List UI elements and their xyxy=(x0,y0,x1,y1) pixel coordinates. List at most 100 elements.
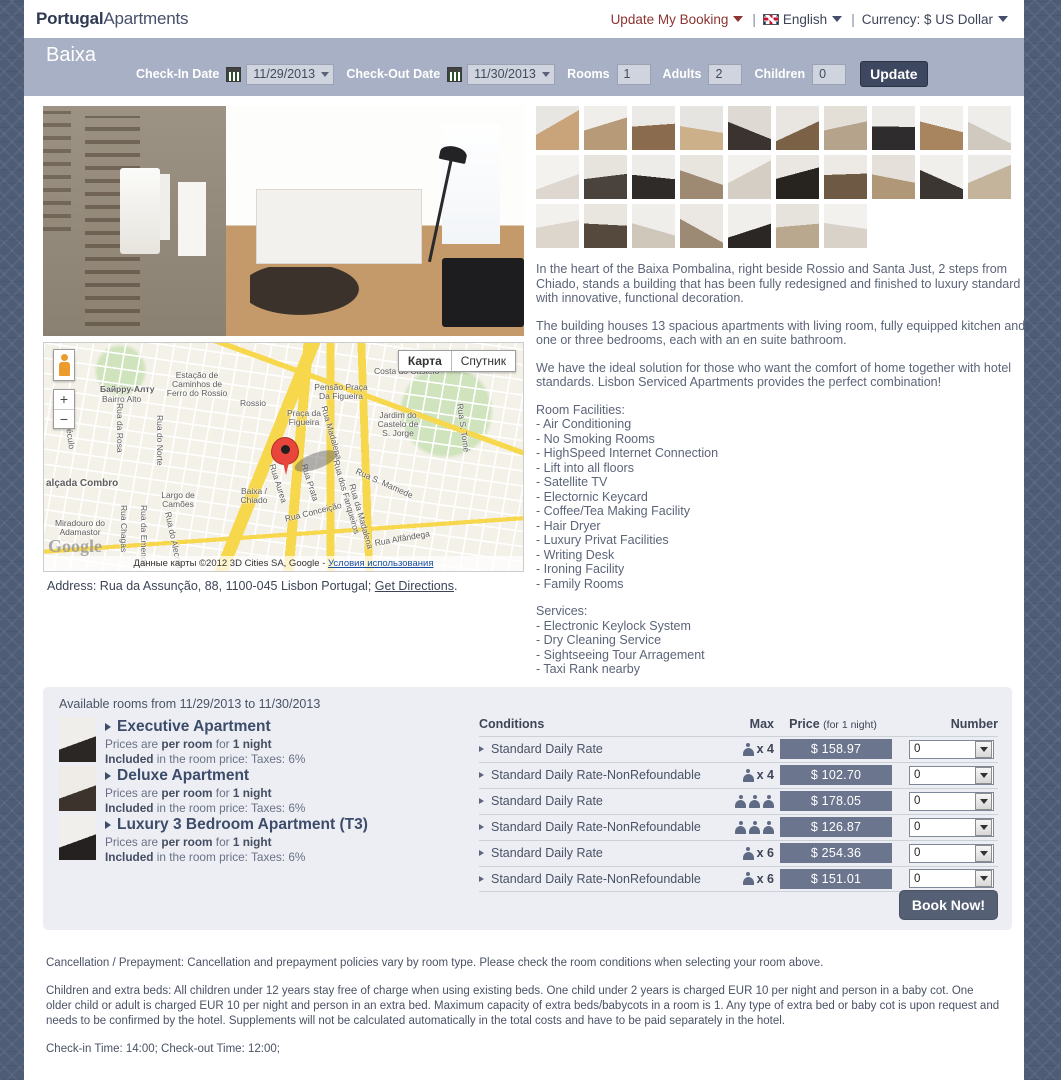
expand-arrow-icon[interactable] xyxy=(479,746,484,752)
gallery-thumbnail[interactable] xyxy=(632,204,675,248)
rate-condition-cell[interactable]: Standard Daily Rate-NonRefoundable xyxy=(479,768,714,782)
room-thumbnail[interactable] xyxy=(59,814,96,860)
room-name[interactable]: Deluxe Apartment xyxy=(105,767,305,785)
gallery-thumbnail[interactable] xyxy=(776,155,819,199)
gallery-thumbnail[interactable] xyxy=(824,155,867,199)
room-list-item[interactable]: Executive Apartment Prices are per room f… xyxy=(59,716,479,766)
adults-select[interactable]: 2 xyxy=(708,63,743,85)
map-location-pin[interactable] xyxy=(272,438,298,476)
gallery-thumbnail[interactable] xyxy=(920,155,963,199)
gallery-thumbnail[interactable] xyxy=(776,106,819,150)
gallery-thumbnail[interactable] xyxy=(824,106,867,150)
room-list-item[interactable]: Deluxe Apartment Prices are per room for … xyxy=(59,765,479,815)
update-my-booking-link[interactable]: Update My Booking xyxy=(611,12,729,27)
expand-arrow-icon[interactable] xyxy=(479,772,484,778)
gallery-thumbnail[interactable] xyxy=(584,204,627,248)
rate-condition-cell[interactable]: Standard Daily Rate-NonRefoundable xyxy=(479,872,714,886)
room-info: Executive Apartment Prices are per room f… xyxy=(105,717,305,766)
room-quantity-select[interactable]: 0 xyxy=(909,765,994,785)
gallery-thumbnail[interactable] xyxy=(968,106,1011,150)
room-quantity-select[interactable]: 0 xyxy=(909,817,994,837)
room-quantity-select[interactable]: 0 xyxy=(909,843,994,863)
map-zoom-controls[interactable]: + − xyxy=(53,389,75,429)
expand-arrow-icon[interactable] xyxy=(479,875,484,882)
site-logo[interactable]: PortugalApartments xyxy=(36,9,188,29)
room-name[interactable]: Executive Apartment xyxy=(105,718,305,736)
get-directions-link[interactable]: Get Directions xyxy=(375,579,454,593)
rate-condition-cell[interactable]: Standard Daily Rate xyxy=(479,794,714,808)
list-item: - Family Rooms xyxy=(536,576,624,591)
chevron-down-icon[interactable] xyxy=(998,16,1008,22)
gallery-thumbnail[interactable] xyxy=(824,204,867,248)
gallery-thumbnail[interactable] xyxy=(968,155,1011,199)
gallery-thumbnail[interactable] xyxy=(872,106,915,150)
room-thumbnail[interactable] xyxy=(59,716,96,762)
main-property-photo[interactable] xyxy=(43,106,524,336)
rate-price-cell: $ 158.97 xyxy=(774,739,892,759)
map-type-switcher[interactable]: Карта Спутник xyxy=(397,350,516,372)
room-quantity-select[interactable]: 0 xyxy=(909,739,994,759)
room-thumbnail[interactable] xyxy=(59,765,96,811)
gallery-thumbnail[interactable] xyxy=(872,155,915,199)
calendar-icon[interactable] xyxy=(447,66,463,82)
gallery-thumbnail[interactable] xyxy=(584,155,627,199)
expand-arrow-icon[interactable] xyxy=(105,771,111,780)
gallery-thumbnail[interactable] xyxy=(728,204,771,248)
gallery-thumbnail[interactable] xyxy=(920,106,963,150)
chevron-down-icon[interactable] xyxy=(975,818,992,836)
rooms-select[interactable]: 1 xyxy=(616,63,651,85)
gallery-thumbnail[interactable] xyxy=(632,155,675,199)
gallery-thumbnail[interactable] xyxy=(680,155,723,199)
room-tax-note: Included in the room price: Taxes: 6% xyxy=(105,849,306,864)
chevron-down-icon[interactable] xyxy=(975,740,992,758)
room-name[interactable]: Luxury 3 Bedroom Apartment (T3) xyxy=(105,816,368,834)
map-type-map-button[interactable]: Карта xyxy=(398,351,452,371)
gallery-thumbnail[interactable] xyxy=(776,204,819,248)
currency-selector-label[interactable]: Currency: $ US Dollar xyxy=(862,12,993,27)
gallery-thumbnail[interactable] xyxy=(632,106,675,150)
book-now-button[interactable]: Book Now! xyxy=(898,889,998,920)
chevron-down-icon[interactable] xyxy=(975,870,992,887)
update-button[interactable]: Update xyxy=(860,61,928,87)
checkin-date-input[interactable]: 11/29/2013 xyxy=(246,63,335,85)
gallery-thumbnail[interactable] xyxy=(584,106,627,150)
map-label: Pensão Praça Da Figueira xyxy=(314,382,368,401)
calendar-icon[interactable] xyxy=(226,66,242,82)
map-terms-link[interactable]: Условия использования xyxy=(328,558,433,569)
gallery-thumbnail[interactable] xyxy=(680,106,723,150)
gallery-thumbnail[interactable] xyxy=(536,155,579,199)
zoom-in-button[interactable]: + xyxy=(54,390,74,409)
rate-condition-cell[interactable]: Standard Daily Rate-NonRefoundable xyxy=(479,820,714,834)
chevron-down-icon[interactable] xyxy=(975,792,992,810)
checkout-date-input[interactable]: 11/30/2013 xyxy=(467,63,556,85)
chevron-down-icon[interactable] xyxy=(733,16,744,22)
chevron-down-icon[interactable] xyxy=(975,766,992,784)
children-select[interactable]: 0 xyxy=(812,63,847,85)
map-type-satellite-button[interactable]: Спутник xyxy=(451,351,515,371)
gallery-thumbnail[interactable] xyxy=(728,155,771,199)
booking-search-bar: Baixa Check-In Date 11/29/2013 Check-Out… xyxy=(24,38,1024,96)
room-list-item[interactable]: Luxury 3 Bedroom Apartment (T3) Prices ar… xyxy=(59,814,479,864)
chevron-down-icon[interactable] xyxy=(832,16,843,22)
expand-arrow-icon[interactable] xyxy=(105,722,111,731)
expand-arrow-icon[interactable] xyxy=(479,798,484,804)
expand-arrow-icon[interactable] xyxy=(479,850,484,856)
chevron-down-icon[interactable] xyxy=(975,844,992,862)
rate-price-cell: $ 254.36 xyxy=(774,843,892,863)
gallery-thumbnail[interactable] xyxy=(728,106,771,150)
zoom-out-button[interactable]: − xyxy=(54,409,74,428)
location-map[interactable]: Байрру-Алту Bairro Alto Estação de Camin… xyxy=(43,342,524,572)
list-item: - Satellite TV xyxy=(536,475,608,489)
language-selector-label[interactable]: English xyxy=(783,12,827,27)
expand-arrow-icon[interactable] xyxy=(479,824,484,830)
room-quantity-select[interactable]: 0 xyxy=(909,791,994,811)
rate-condition-cell[interactable]: Standard Daily Rate xyxy=(479,846,714,860)
gallery-thumbnail[interactable] xyxy=(680,204,723,248)
street-view-pegman-icon[interactable] xyxy=(53,349,75,381)
expand-arrow-icon[interactable] xyxy=(105,820,111,829)
gallery-thumbnail[interactable] xyxy=(536,106,579,150)
rate-condition-cell[interactable]: Standard Daily Rate xyxy=(479,742,714,756)
room-quantity-select[interactable]: 0 xyxy=(909,869,994,888)
booking-fields: Check-In Date 11/29/2013 Check-Out Date … xyxy=(136,61,928,87)
gallery-thumbnail[interactable] xyxy=(536,204,579,248)
